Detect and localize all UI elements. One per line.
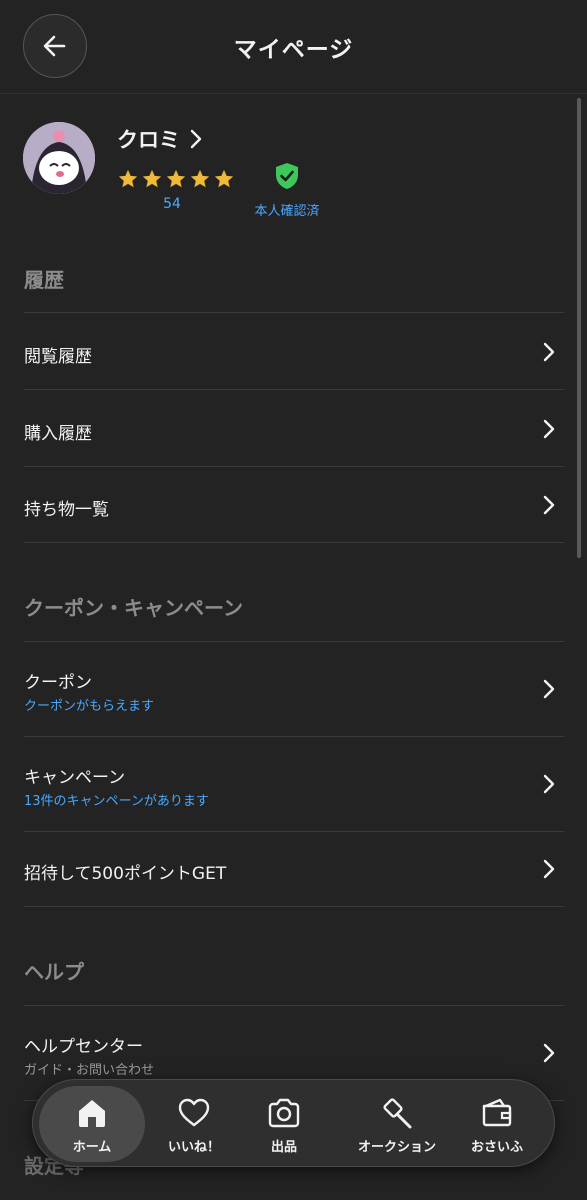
menu-row-campaign[interactable]: キャンペーン 13件のキャンペーンがあります [24,736,564,831]
tab-label: 出品 [270,1140,297,1155]
star-icon [166,169,186,188]
tab-label: おさいふ [470,1140,523,1155]
tab-label: オークション [357,1140,436,1155]
tab-sell[interactable]: 出品 [231,1086,337,1162]
tab-home[interactable]: ホーム [39,1086,145,1162]
star-icon [214,169,234,188]
menu-row-label: 購入履歴 [24,424,92,444]
menu-row-belongings[interactable]: 持ち物一覧 [24,466,564,543]
menu-row-browse-history[interactable]: 閲覧履歴 [24,312,564,389]
chevron-right-icon [543,342,555,362]
menu-row-sublabel: 13件のキャンペーンがあります [24,794,209,809]
tab-wallet[interactable]: おさいふ [444,1086,550,1162]
chevron-right-icon [543,495,555,515]
verified-badge: 本人確認済 [251,162,323,219]
wallet-icon [482,1098,512,1127]
avatar-image [23,122,95,194]
rating-count[interactable]: 54 [117,196,227,212]
menu-row-sublabel: ガイド・お問い合わせ [24,1063,155,1078]
avatar[interactable] [23,122,95,194]
heart-icon [178,1098,210,1127]
star-icon [142,169,162,188]
profile-name: クロミ [117,128,180,152]
tab-auction[interactable]: オークション [337,1086,457,1162]
section-title-help: ヘルプ [24,960,84,984]
menu-row-label: 閲覧履歴 [24,347,92,367]
shield-check-icon [276,163,298,189]
menu-row-purchase-history[interactable]: 購入履歴 [24,389,564,466]
menu-row-label: 持ち物一覧 [24,500,109,520]
chevron-right-icon [543,679,555,699]
chevron-right-icon [543,1043,555,1063]
profile-name-link[interactable]: クロミ [117,124,202,154]
chevron-right-icon [543,774,555,794]
section-title-history: 履歴 [24,268,64,292]
page-title: マイページ [233,37,354,63]
scrollbar[interactable] [577,98,581,558]
menu-row-label: キャンペーン [24,768,126,788]
menu-row-label: 招待して500ポイントGET [24,864,227,884]
menu-row-invite[interactable]: 招待して500ポイントGET [24,831,564,907]
chevron-right-icon [543,419,555,439]
rating-stars [117,168,235,190]
home-icon [79,1100,105,1127]
menu-row-sublabel: クーポンがもらえます [24,699,155,714]
profile-card[interactable]: クロミ 54 本人確認済 [23,122,543,222]
menu-row-label: クーポン [24,673,92,693]
header: マイページ [0,0,587,94]
camera-icon [268,1098,300,1128]
verified-label: 本人確認済 [254,204,320,219]
menu-row-label: ヘルプセンター [24,1037,143,1057]
section-title-coupon: クーポン・キャンペーン [24,596,243,620]
star-icon [118,169,138,188]
chevron-right-icon [190,129,202,149]
bottom-tab-bar: ホーム いいね！ 出品 オークション おさいふ [32,1079,555,1167]
chevron-right-icon [543,859,555,879]
tab-label: ホーム [72,1140,112,1155]
star-icon [190,169,210,188]
menu-row-coupon[interactable]: クーポン クーポンがもらえます [24,641,564,736]
gavel-icon [383,1098,412,1129]
